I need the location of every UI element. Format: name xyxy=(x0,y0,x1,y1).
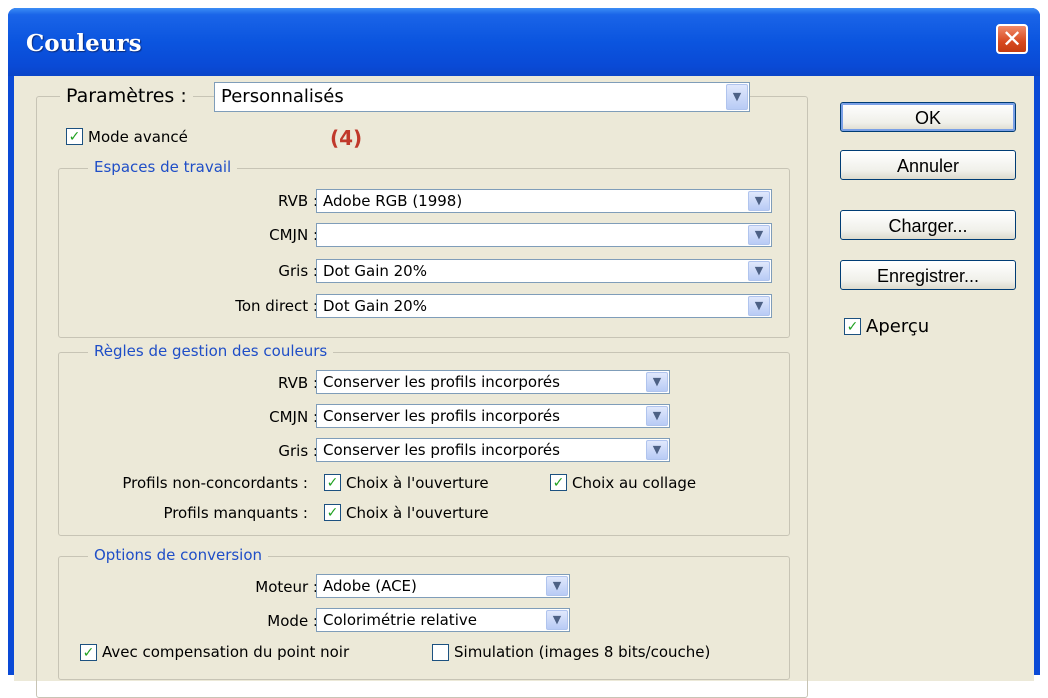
chevron-down-icon[interactable]: ▼ xyxy=(748,296,770,316)
title-bar[interactable]: Couleurs ✕ xyxy=(8,8,1040,76)
load-button[interactable]: Charger... xyxy=(840,210,1016,240)
chevron-down-icon[interactable]: ▼ xyxy=(646,440,668,460)
color-policies-legend: Règles de gestion des couleurs xyxy=(88,342,334,360)
close-button[interactable]: ✕ xyxy=(996,24,1028,54)
ws-gray-value: Dot Gain 20% xyxy=(323,262,427,280)
close-icon: ✕ xyxy=(1001,25,1023,53)
ws-spot-value: Dot Gain 20% xyxy=(323,297,427,315)
chevron-down-icon[interactable]: ▼ xyxy=(546,610,568,630)
ok-button[interactable]: OK xyxy=(840,102,1016,132)
missing-open-checkbox[interactable]: ✓ xyxy=(324,504,341,521)
ws-rgb-value: Adobe RGB (1998) xyxy=(323,192,463,210)
mismatch-open-label: Choix à l'ouverture xyxy=(346,474,489,492)
mismatch-label: Profils non-concordants : xyxy=(122,474,308,492)
simulation-checkbox[interactable] xyxy=(432,644,449,661)
missing-label: Profils manquants : xyxy=(163,504,308,522)
annotation-number: (4) xyxy=(330,126,363,150)
cp-gray-value: Conserver les profils incorporés xyxy=(323,441,560,459)
black-point-checkbox[interactable]: ✓ xyxy=(80,644,97,661)
mismatch-open-checkbox[interactable]: ✓ xyxy=(324,474,341,491)
intent-select[interactable]: Colorimétrie relative ▼ xyxy=(316,608,570,632)
cp-rgb-label: RVB : xyxy=(278,374,318,392)
settings-label: Paramètres : xyxy=(60,85,193,107)
preview-label: Aperçu xyxy=(866,316,930,337)
ws-cmyk-select[interactable]: ▼ xyxy=(316,223,772,247)
conversion-legend: Options de conversion xyxy=(88,546,269,564)
settings-select[interactable]: Personnalisés ▼ xyxy=(214,82,750,112)
cp-rgb-value: Conserver les profils incorporés xyxy=(323,373,560,391)
engine-label: Moteur : xyxy=(255,578,318,596)
ws-gray-select[interactable]: Dot Gain 20% ▼ xyxy=(316,259,772,283)
preview-checkbox[interactable]: ✓ xyxy=(844,318,861,335)
check-icon: ✓ xyxy=(326,504,339,521)
chevron-down-icon[interactable]: ▼ xyxy=(748,261,770,281)
advanced-mode-label: Mode avancé xyxy=(88,128,188,146)
cp-cmyk-select[interactable]: Conserver les profils incorporés ▼ xyxy=(316,404,670,428)
cp-cmyk-value: Conserver les profils incorporés xyxy=(323,407,560,425)
cp-gray-label: Gris : xyxy=(278,442,318,460)
save-button[interactable]: Enregistrer... xyxy=(840,260,1016,290)
engine-value: Adobe (ACE) xyxy=(323,577,417,595)
window-title: Couleurs xyxy=(26,30,142,57)
ws-gray-label: Gris : xyxy=(278,262,318,280)
black-point-label: Avec compensation du point noir xyxy=(102,643,350,661)
chevron-down-icon[interactable]: ▼ xyxy=(646,406,668,426)
intent-value: Colorimétrie relative xyxy=(323,611,477,629)
ws-spot-select[interactable]: Dot Gain 20% ▼ xyxy=(316,294,772,318)
check-icon: ✓ xyxy=(552,474,565,491)
chevron-down-icon[interactable]: ▼ xyxy=(748,225,770,245)
cp-rgb-select[interactable]: Conserver les profils incorporés ▼ xyxy=(316,370,670,394)
chevron-down-icon[interactable]: ▼ xyxy=(748,191,770,211)
check-icon: ✓ xyxy=(68,128,81,145)
cp-cmyk-label: CMJN : xyxy=(269,408,318,426)
advanced-mode-checkbox[interactable]: ✓ xyxy=(66,128,83,145)
cancel-button[interactable]: Annuler xyxy=(840,150,1016,180)
missing-open-label: Choix à l'ouverture xyxy=(346,504,489,522)
check-icon: ✓ xyxy=(846,318,859,335)
check-icon: ✓ xyxy=(326,474,339,491)
ws-spot-label: Ton direct : xyxy=(235,297,318,315)
check-icon: ✓ xyxy=(82,644,95,661)
ws-rgb-label: RVB : xyxy=(278,192,318,210)
working-spaces-legend: Espaces de travail xyxy=(88,158,238,176)
chevron-down-icon[interactable]: ▼ xyxy=(726,84,748,110)
ws-cmyk-label: CMJN : xyxy=(269,226,318,244)
dialog-window: Couleurs ✕ Paramètres : Personnalisés ▼ … xyxy=(8,8,1040,698)
simulation-label: Simulation (images 8 bits/couche) xyxy=(454,643,711,661)
settings-value: Personnalisés xyxy=(221,86,344,107)
intent-label: Mode : xyxy=(267,612,318,630)
mismatch-paste-checkbox[interactable]: ✓ xyxy=(550,474,567,491)
ws-rgb-select[interactable]: Adobe RGB (1998) ▼ xyxy=(316,189,772,213)
engine-select[interactable]: Adobe (ACE) ▼ xyxy=(316,574,570,598)
dialog-body: Paramètres : Personnalisés ▼ ✓ Mode avan… xyxy=(14,76,1034,698)
mismatch-paste-label: Choix au collage xyxy=(572,474,697,492)
chevron-down-icon[interactable]: ▼ xyxy=(646,372,668,392)
cp-gray-select[interactable]: Conserver les profils incorporés ▼ xyxy=(316,438,670,462)
chevron-down-icon[interactable]: ▼ xyxy=(546,576,568,596)
